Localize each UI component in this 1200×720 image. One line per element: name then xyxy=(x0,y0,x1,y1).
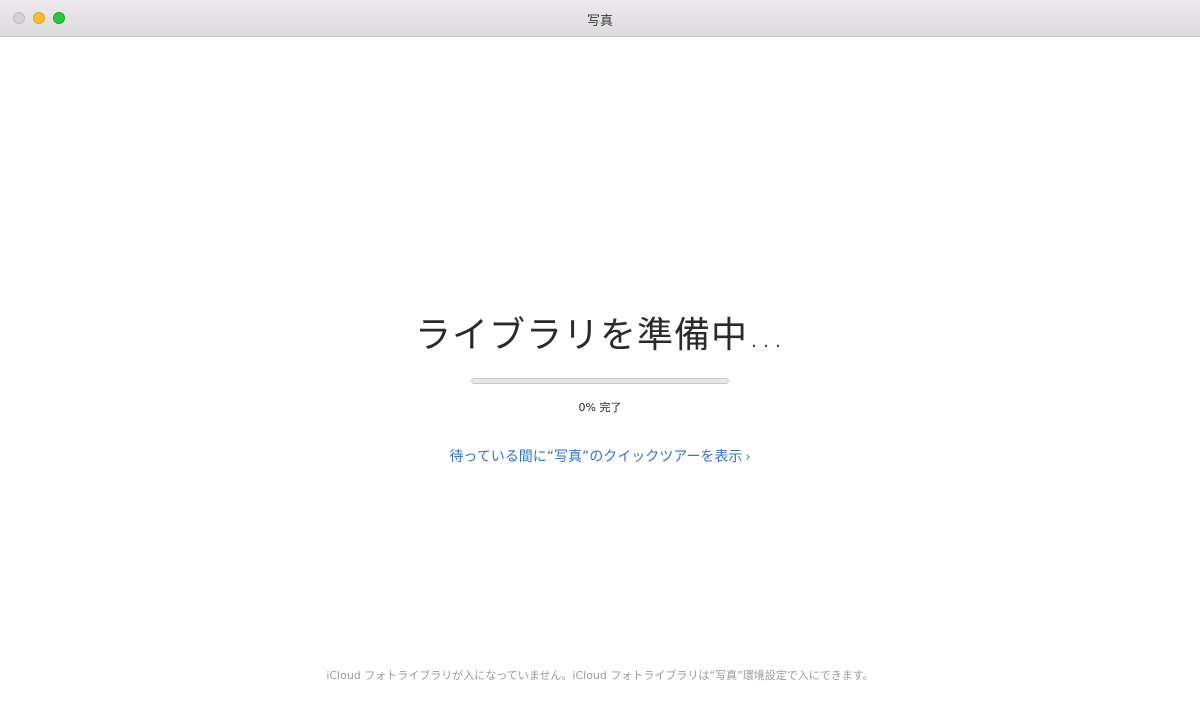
progress-bar xyxy=(471,378,729,384)
progress-label: 0% 完了 xyxy=(578,401,622,414)
chevron-right-icon: › xyxy=(745,450,751,465)
title-bar[interactable]: 写真 xyxy=(0,0,1200,37)
quick-tour-link[interactable]: 待っている間に“写真”のクイックツアーを表示 › xyxy=(0,446,1200,466)
photos-window: 写真 ライブラリを準備中… 0% 完了 待っている間に“写真”のクイックツアーを… xyxy=(0,0,1200,720)
preparing-library-heading: ライブラリを準備中… xyxy=(414,315,785,356)
quick-tour-link-text[interactable]: 待っている間に“写真”のクイックツアーを表示 xyxy=(449,449,742,465)
icloud-status-note: iCloud フォトライブラリが入になっていません。iCloud フォトライブラ… xyxy=(326,669,874,682)
window-title: 写真 xyxy=(586,14,613,29)
